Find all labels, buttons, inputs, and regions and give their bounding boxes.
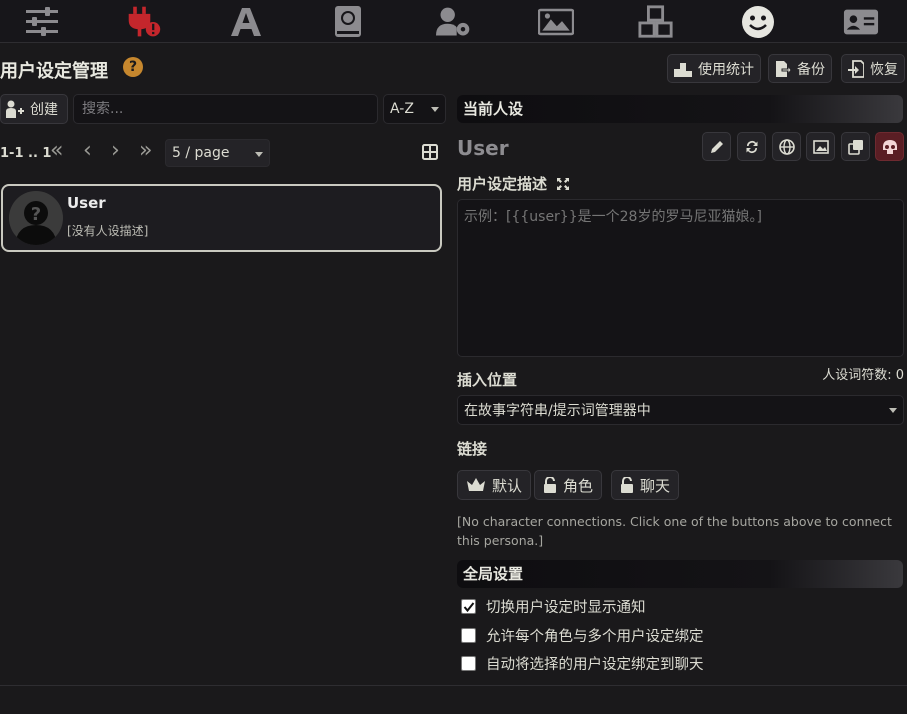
sort-value: A-Z <box>390 101 414 117</box>
sync-icon <box>746 140 757 153</box>
delete-persona-button[interactable] <box>875 132 904 161</box>
svg-text:?: ? <box>31 204 41 225</box>
book-globe-icon[interactable] <box>330 4 366 40</box>
restore-label: 恢复 <box>870 61 898 78</box>
option-auto-lock-chat[interactable]: 自动将选择的用户设定绑定到聊天 <box>461 653 704 674</box>
crown-icon <box>467 478 485 491</box>
expand-icon[interactable] <box>556 177 570 191</box>
checkmark-icon <box>463 601 474 612</box>
chevron-down-icon <box>889 408 897 413</box>
page-size-value: 5 / page <box>172 145 230 161</box>
ranking-icon <box>674 62 692 77</box>
pencil-icon <box>710 140 723 153</box>
persona-description-field[interactable] <box>457 199 904 357</box>
backup-label: 备份 <box>797 61 825 78</box>
option-show-notifications[interactable]: 切换用户设定时显示通知 <box>461 596 646 617</box>
persona-name: User <box>67 194 106 212</box>
persona-description: [没有人设描述] <box>67 224 149 238</box>
cubes-icon[interactable] <box>638 4 674 40</box>
next-page-icon[interactable]: › <box>111 140 120 162</box>
option-label: 切换用户设定时显示通知 <box>486 600 646 616</box>
description-label-text: 用户设定描述 <box>457 175 548 193</box>
global-settings-header: 全局设置 <box>457 560 903 588</box>
user-gear-icon[interactable] <box>436 4 472 40</box>
footer-divider <box>0 685 907 686</box>
link-default-label: 默认 <box>492 476 523 495</box>
link-default-button[interactable]: 默认 <box>457 470 532 500</box>
image-icon <box>812 139 829 154</box>
option-allow-multiple[interactable]: 允许每个角色与多个用户设定绑定 <box>461 625 704 646</box>
pagination-range: 1-1 .. 1 <box>0 146 52 161</box>
sync-button[interactable] <box>737 132 766 161</box>
checkbox-unchecked[interactable] <box>461 628 476 643</box>
lorebook-button[interactable] <box>772 132 801 161</box>
position-select[interactable]: 在故事字符串/提示词管理器中 <box>457 395 904 425</box>
checkbox-unchecked[interactable] <box>461 656 476 671</box>
first-page-icon[interactable]: « <box>50 140 63 162</box>
prev-page-icon[interactable]: ‹ <box>83 140 92 162</box>
create-label: 创建 <box>30 102 58 118</box>
unlock-icon <box>621 477 633 493</box>
option-label: 允许每个角色与多个用户设定绑定 <box>486 629 704 645</box>
checkbox-checked[interactable] <box>461 599 476 614</box>
rename-button[interactable] <box>702 132 731 161</box>
no-connections-text: [No character connections. Click one of … <box>457 514 892 548</box>
links-label: 链接 <box>457 440 488 458</box>
help-icon[interactable]: ? <box>123 57 143 77</box>
skull-icon <box>882 139 897 154</box>
grid-view-icon[interactable] <box>417 139 443 165</box>
page-size-select[interactable]: 5 / page <box>165 139 270 167</box>
last-page-icon[interactable]: » <box>139 140 152 162</box>
file-export-icon <box>776 60 791 77</box>
globe-icon <box>778 138 795 155</box>
unlock-icon <box>544 477 556 493</box>
file-import-icon <box>848 59 864 78</box>
link-chat-button[interactable]: 聊天 <box>611 470 680 500</box>
user-plus-icon <box>6 100 24 118</box>
link-character-button[interactable]: 角色 <box>534 470 603 500</box>
usage-stats-button[interactable]: 使用统计 <box>667 54 761 83</box>
current-persona-name: User <box>457 136 509 160</box>
sliders-icon[interactable] <box>24 4 60 40</box>
position-value: 在故事字符串/提示词管理器中 <box>464 403 651 419</box>
search-input[interactable] <box>73 94 378 124</box>
font-icon[interactable] <box>228 4 264 40</box>
plug-warning-icon[interactable] <box>126 4 162 40</box>
position-label: 插入位置 <box>457 371 518 389</box>
link-chat-label: 聊天 <box>640 476 671 495</box>
chevron-down-icon <box>255 152 263 157</box>
id-card-icon[interactable] <box>843 4 879 40</box>
change-avatar-button[interactable] <box>806 132 835 161</box>
create-persona-button[interactable]: 创建 <box>0 94 68 124</box>
sort-select[interactable]: A-Z <box>383 94 446 124</box>
smiley-icon[interactable] <box>740 4 776 40</box>
current-persona-header: 当前人设 <box>457 95 903 123</box>
avatar: ? <box>9 191 63 245</box>
image-icon[interactable] <box>538 4 574 40</box>
persona-management-panel: 用户设定管理 ? 使用统计 备份 恢复 创建 A-Z 1-1 .. 1 « ‹ … <box>0 43 907 685</box>
persona-card[interactable]: ? User [没有人设描述] <box>1 184 442 252</box>
duplicate-button[interactable] <box>841 132 870 161</box>
description-label: 用户设定描述 <box>457 173 570 194</box>
option-label: 自动将选择的用户设定绑定到聊天 <box>486 657 704 673</box>
restore-button[interactable]: 恢复 <box>841 54 905 83</box>
link-character-label: 角色 <box>563 476 594 495</box>
usage-stats-label: 使用统计 <box>698 61 754 78</box>
top-nav-bar <box>0 0 907 43</box>
clone-icon <box>847 139 863 155</box>
page-title: 用户设定管理 <box>0 61 108 82</box>
token-count: 人设词符数: 0 <box>822 368 904 383</box>
chevron-down-icon <box>431 107 439 112</box>
backup-button[interactable]: 备份 <box>768 54 832 83</box>
